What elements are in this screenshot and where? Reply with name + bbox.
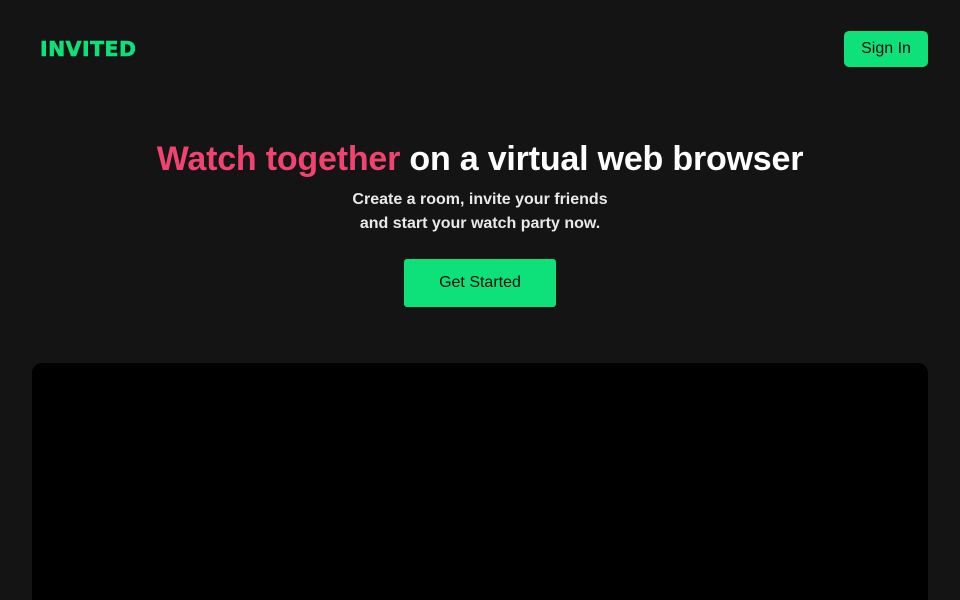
hero-headline: Watch together on a virtual web browser	[0, 136, 960, 182]
browser-preview-panel	[32, 363, 928, 600]
site-header: INVITED Sign In	[0, 0, 960, 98]
sign-in-button[interactable]: Sign In	[844, 31, 928, 67]
get-started-button[interactable]: Get Started	[404, 259, 556, 307]
hero-section: Watch together on a virtual web browser …	[0, 136, 960, 236]
hero-subtitle: Create a room, invite your friends and st…	[0, 188, 960, 236]
landing-page: INVITED Sign In Watch together on a virt…	[0, 0, 960, 600]
hero-subtitle-line-2: and start your watch party now.	[359, 215, 601, 232]
hero-subtitle-line-1: Create a room, invite your friends	[352, 191, 608, 208]
invited-logo[interactable]: INVITED	[40, 36, 137, 62]
headline-rest: on a virtual web browser	[400, 140, 804, 178]
headline-accent: Watch together	[156, 140, 401, 178]
